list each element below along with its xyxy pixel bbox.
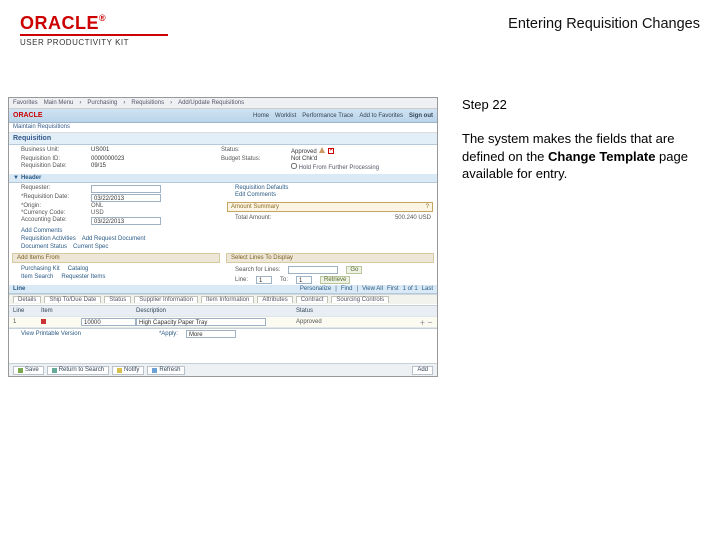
grid-find[interactable]: Find bbox=[341, 286, 353, 292]
link-add-req-doc[interactable]: Add Request Document bbox=[82, 236, 146, 242]
action-footer: Save Return to Search Notify Refresh Add bbox=[9, 363, 437, 376]
line-grid: Line Item Description Status 1 10000 Hig… bbox=[9, 305, 437, 329]
tab-sourcing[interactable]: Sourcing Controls bbox=[331, 296, 389, 303]
logo-rule bbox=[20, 34, 168, 36]
collapse-icon: ▼ bbox=[13, 175, 19, 181]
add-button[interactable]: Add bbox=[412, 366, 433, 375]
status-warn-icon bbox=[319, 147, 325, 153]
grid-personalize[interactable]: Personalize bbox=[300, 286, 331, 292]
line-to-input[interactable]: 1 bbox=[296, 276, 312, 284]
tab-supplier[interactable]: Supplier Information bbox=[134, 296, 198, 303]
tab-requisitions[interactable]: Requisitions bbox=[131, 100, 164, 106]
tab-attr[interactable]: Attributes bbox=[257, 296, 292, 303]
line-tabstrip: Details Ship To/Due Date Status Supplier… bbox=[9, 294, 437, 304]
breadcrumb: Maintain Requisitions bbox=[9, 123, 437, 133]
link-item-search[interactable]: Item Search bbox=[21, 274, 53, 280]
header-summary: Business Unit: US001 Status: Approved Re… bbox=[9, 145, 437, 174]
hold-checkbox[interactable] bbox=[291, 163, 297, 169]
tab-ship[interactable]: Ship To/Due Date bbox=[44, 296, 101, 303]
tab-contract[interactable]: Contract bbox=[296, 296, 329, 303]
grid-first[interactable]: First bbox=[387, 286, 399, 292]
save-button[interactable]: Save bbox=[13, 366, 44, 375]
refresh-icon bbox=[152, 368, 157, 373]
link-view-printable[interactable]: View Printable Version bbox=[21, 331, 81, 337]
step-text: The system makes the fields that are def… bbox=[462, 130, 708, 183]
link-req-act[interactable]: Requisition Activities bbox=[21, 236, 76, 242]
app-header-bar: ORACLE Home Worklist Performance Trace A… bbox=[9, 109, 437, 123]
notify-icon bbox=[117, 368, 122, 373]
browser-tab-bar: Favorites Main Menu › Purchasing › Requi… bbox=[9, 98, 437, 109]
go-button[interactable]: Go bbox=[346, 266, 362, 274]
return-button[interactable]: Return to Search bbox=[47, 366, 109, 375]
line-from-input[interactable]: 1 bbox=[256, 276, 272, 284]
tab-favorites[interactable]: Favorites bbox=[13, 100, 38, 106]
nav-perf[interactable]: Performance Trace bbox=[302, 113, 353, 119]
grid-last[interactable]: Last bbox=[422, 286, 433, 292]
link-req-defaults[interactable]: Requisition Defaults bbox=[235, 185, 431, 191]
req-date-input[interactable]: 03/22/2013 bbox=[91, 194, 161, 202]
row-item-input[interactable]: 10000 bbox=[81, 318, 136, 326]
retrieve-button[interactable]: Retrieve bbox=[320, 276, 350, 284]
oracle-logo: ORACLE® bbox=[20, 14, 180, 32]
select-lines-bar: Select Lines To Display bbox=[226, 253, 434, 263]
notify-button[interactable]: Notify bbox=[112, 366, 144, 375]
apply-select[interactable]: More bbox=[186, 330, 236, 338]
document-title: Entering Requisition Changes bbox=[508, 14, 700, 32]
row-icon bbox=[41, 319, 46, 324]
screenshot: Favorites Main Menu › Purchasing › Requi… bbox=[8, 97, 438, 377]
return-icon bbox=[52, 368, 57, 373]
link-purch-kit[interactable]: Purchasing Kit bbox=[21, 266, 60, 272]
link-edit-comments[interactable]: Edit Comments bbox=[235, 192, 431, 198]
link-requester-items[interactable]: Requester Items bbox=[61, 274, 105, 280]
nav-home[interactable]: Home bbox=[253, 113, 269, 119]
line-section-header: Line Personalize| Find| View All First 1… bbox=[9, 285, 437, 294]
nav-worklist[interactable]: Worklist bbox=[275, 113, 296, 119]
app-logo: ORACLE bbox=[13, 112, 43, 119]
status-cancel-icon[interactable] bbox=[328, 148, 334, 154]
tab-main-menu[interactable]: Main Menu bbox=[44, 100, 74, 106]
table-row[interactable]: 1 10000 High Capacity Paper Tray Approve… bbox=[9, 317, 437, 328]
page-title: Requisition bbox=[9, 133, 437, 145]
amount-summary-box: Amount Summary ? bbox=[227, 202, 433, 212]
row-desc-input[interactable]: High Capacity Paper Tray bbox=[136, 318, 266, 326]
tab-addupdate[interactable]: Add/Update Requisitions bbox=[178, 100, 244, 106]
tab-iteminfo[interactable]: Item Information bbox=[201, 296, 254, 303]
step-label: Step 22 bbox=[462, 97, 708, 112]
requester-input[interactable] bbox=[91, 185, 161, 193]
search-lines-input[interactable] bbox=[288, 266, 338, 274]
tab-details[interactable]: Details bbox=[13, 296, 41, 303]
grid-count: 1 of 1 bbox=[403, 286, 418, 292]
oracle-logo-block: ORACLE® USER PRODUCTIVITY KIT bbox=[20, 14, 180, 47]
nav-fav[interactable]: Add to Favorites bbox=[359, 113, 403, 119]
nav-signout[interactable]: Sign out bbox=[409, 113, 433, 119]
link-doc-status[interactable]: Document Status bbox=[21, 244, 67, 250]
save-icon bbox=[18, 368, 23, 373]
refresh-button[interactable]: Refresh bbox=[147, 366, 185, 375]
tab-status[interactable]: Status bbox=[104, 296, 131, 303]
link-catalog[interactable]: Catalog bbox=[68, 266, 89, 272]
add-items-bar: Add Items From bbox=[12, 253, 220, 263]
upk-subtitle: USER PRODUCTIVITY KIT bbox=[20, 38, 180, 47]
tab-purchasing[interactable]: Purchasing bbox=[87, 100, 117, 106]
link-current-spec[interactable]: Current Spec bbox=[73, 244, 108, 250]
grid-viewall[interactable]: View All bbox=[362, 286, 383, 292]
acct-date-input[interactable]: 03/22/2013 bbox=[91, 217, 161, 225]
link-add-comments[interactable]: Add Comments bbox=[21, 228, 62, 234]
instruction-panel: Step 22 The system makes the fields that… bbox=[462, 97, 708, 377]
section-header-header[interactable]: ▼ Header bbox=[9, 174, 437, 183]
